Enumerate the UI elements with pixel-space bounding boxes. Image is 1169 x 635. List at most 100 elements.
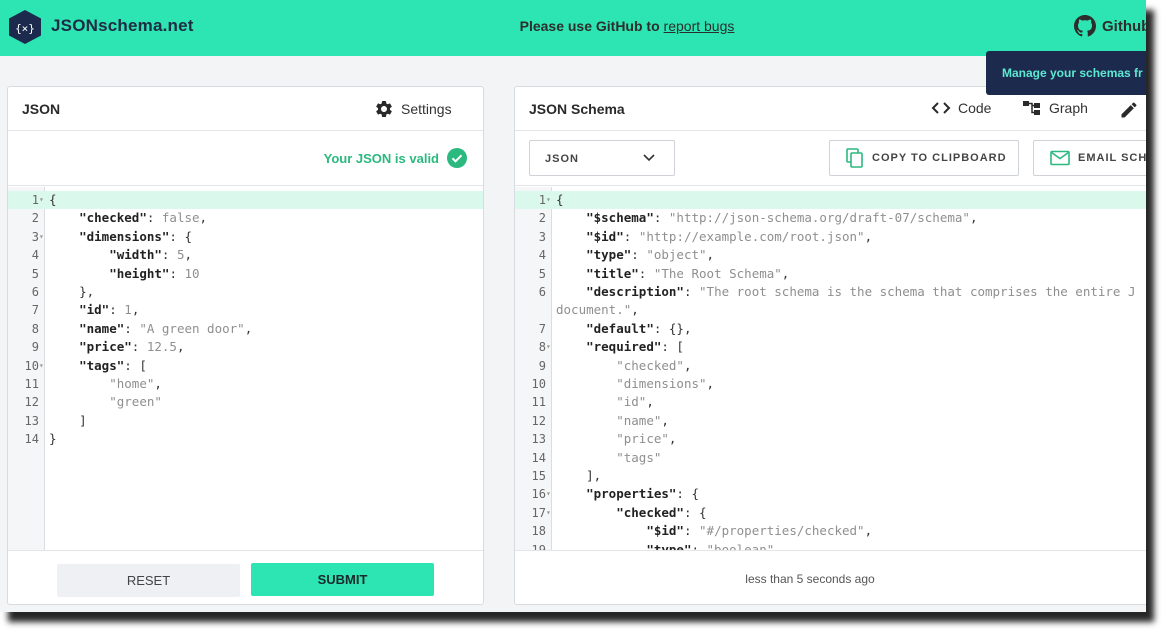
code-token: "A green door" (139, 320, 245, 336)
code-line[interactable]: 5 "height": 10 (8, 265, 483, 283)
code-line[interactable]: 19 "type": "boolean", (515, 541, 1146, 550)
schema-editor[interactable]: 1 ▾{2 "$schema": "http://json-schema.org/… (515, 187, 1146, 550)
code-token: : { (169, 228, 192, 244)
code-token: , (631, 302, 639, 318)
code-text: "$schema": "http://json-schema.org/draft… (556, 209, 977, 227)
code-token: 10 (184, 265, 200, 281)
line-number: 2 (538, 211, 546, 226)
code-token: "green" (109, 394, 162, 410)
code-text: "title": "The Root Schema", (556, 265, 789, 283)
code-line[interactable]: 6 }, (8, 283, 483, 301)
code-token: : (169, 265, 185, 281)
code-line[interactable]: 9 "price": 12.5, (8, 338, 483, 356)
code-line[interactable]: 1 ▾ { (515, 191, 1146, 210)
code-token: "id" (616, 394, 647, 410)
code-line[interactable]: 14} (8, 430, 483, 448)
github-label: Github (1102, 17, 1146, 35)
code-token: "tags" (79, 357, 125, 373)
code-token: , (646, 394, 654, 410)
manage-schemas-toast[interactable]: Manage your schemas fr (986, 51, 1146, 95)
code-token: "#/properties/checked" (699, 523, 865, 539)
code-token: , (864, 523, 873, 539)
code-line[interactable]: 4 "width": 5, (8, 246, 483, 264)
format-select[interactable]: JSON (529, 140, 675, 176)
code-text: "id", (556, 393, 654, 411)
code-line[interactable]: 10 ▾ "tags": [ (8, 357, 483, 375)
code-line[interactable]: 6 "description": "The root schema is the… (515, 283, 1146, 301)
code-line[interactable]: 15 ], (515, 467, 1146, 485)
code-line[interactable]: document.", (515, 301, 1146, 319)
tab-graph[interactable]: Graph (1022, 100, 1088, 116)
code-token: , (683, 357, 692, 373)
code-token: 5 (176, 247, 185, 263)
reset-button[interactable]: RESET (57, 564, 240, 597)
line-number: 11 (531, 395, 546, 410)
line-number: 3 (31, 229, 39, 244)
code-text: "width": 5, (49, 246, 192, 264)
code-line[interactable]: 2 "checked": false, (8, 209, 483, 227)
submit-button[interactable]: SUBMIT (251, 563, 434, 596)
code-token: "type" (646, 541, 692, 550)
code-line[interactable]: 17 ▾ "checked": { (515, 504, 1146, 522)
code-token: ], (556, 468, 602, 483)
code-line[interactable]: 11 "home", (8, 375, 483, 393)
fold-toggle-icon[interactable]: ▾ (546, 485, 552, 503)
fold-toggle-icon[interactable]: ▾ (546, 338, 552, 356)
tab-code[interactable]: Code (931, 100, 991, 116)
code-line[interactable]: 7 "id": 1, (8, 301, 483, 319)
code-text: "checked": { (556, 504, 706, 522)
code-line[interactable]: 14 "tags" (515, 449, 1146, 467)
code-line[interactable]: 9 "checked", (515, 357, 1146, 375)
code-line[interactable]: 11 "id", (515, 393, 1146, 411)
settings-button[interactable]: Settings (374, 99, 452, 119)
edit-button[interactable] (1119, 100, 1139, 120)
code-token: : (691, 541, 707, 550)
code-line[interactable]: 12 "green" (8, 393, 483, 411)
line-number: 7 (538, 321, 546, 336)
code-token: "checked" (616, 504, 684, 520)
code-token: , (774, 541, 782, 550)
line-number: 14 (531, 450, 546, 465)
code-token: "price" (616, 431, 669, 447)
code-line[interactable]: 16 ▾ "properties": { (515, 485, 1146, 503)
code-line[interactable]: 8 "name": "A green door", (8, 320, 483, 338)
fold-toggle-icon[interactable]: ▾ (39, 357, 45, 375)
code-token: "checked" (79, 210, 147, 226)
code-line[interactable]: 4 "type": "object", (515, 246, 1146, 264)
code-line[interactable]: 3 "$id": "http://example.com/root.json", (515, 228, 1146, 246)
code-line[interactable]: 5 "title": "The Root Schema", (515, 265, 1146, 283)
code-line[interactable]: 18 "$id": "#/properties/checked", (515, 522, 1146, 540)
chevron-down-icon (643, 154, 655, 162)
email-schema-button[interactable]: EMAIL SCHE (1033, 140, 1146, 176)
fold-toggle-icon[interactable]: ▾ (39, 191, 45, 209)
copy-to-clipboard-button[interactable]: COPY TO CLIPBOARD (829, 140, 1019, 176)
code-line[interactable]: 10 "dimensions", (515, 375, 1146, 393)
code-line[interactable]: 12 "name", (515, 412, 1146, 430)
github-link[interactable]: Github (1074, 15, 1146, 37)
code-token: , (131, 302, 140, 318)
validation-status: Your JSON is valid (324, 148, 467, 168)
code-token: : (124, 320, 140, 336)
code-line[interactable]: 13 ] (8, 412, 483, 430)
code-line[interactable]: 13 "price", (515, 430, 1146, 448)
code-token: : {}, (653, 320, 692, 336)
code-line[interactable]: 2 "$schema": "http://json-schema.org/dra… (515, 209, 1146, 227)
code-token: "$schema" (586, 210, 654, 226)
code-line[interactable]: 3 ▾ "dimensions": { (8, 228, 483, 246)
fold-toggle-icon[interactable]: ▾ (546, 191, 552, 209)
report-bugs-link[interactable]: report bugs (664, 18, 735, 34)
fold-toggle-icon[interactable]: ▾ (39, 228, 45, 246)
json-editor[interactable]: 1 ▾{2 "checked": false, 3 ▾ "dimensions": {… (8, 187, 483, 550)
code-line[interactable]: 7 "default": {}, (515, 320, 1146, 338)
code-token: "description" (586, 284, 684, 299)
code-line[interactable]: 1 ▾ { (8, 191, 483, 210)
code-line[interactable]: 8 ▾ "required": [ (515, 338, 1146, 356)
line-number: 2 (31, 211, 39, 226)
line-number: 15 (531, 469, 546, 483)
code-token: : (683, 284, 700, 299)
fold-toggle-icon[interactable]: ▾ (546, 504, 552, 522)
